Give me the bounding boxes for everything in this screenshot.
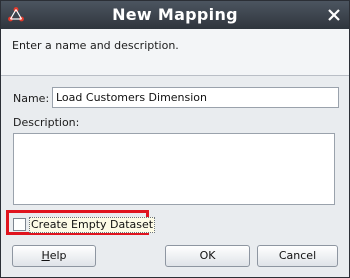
name-field[interactable]	[52, 87, 339, 108]
dialog-title: New Mapping	[112, 5, 238, 24]
title-bar[interactable]: New Mapping	[1, 1, 349, 29]
close-icon[interactable]	[325, 6, 343, 24]
create-empty-dataset-checkbox[interactable]	[13, 218, 26, 231]
description-label: Description:	[13, 116, 80, 129]
description-field[interactable]	[13, 133, 335, 205]
create-empty-dataset-label[interactable]: Create Empty Dataset	[29, 217, 156, 233]
instruction-text: Enter a name and description.	[12, 39, 179, 52]
help-label-rest: elp	[49, 249, 67, 262]
help-mnemonic: H	[41, 249, 50, 262]
name-label: Name:	[13, 92, 50, 105]
ok-button[interactable]: OK	[165, 245, 250, 267]
help-button[interactable]: Help	[12, 245, 96, 267]
new-mapping-dialog: New Mapping Enter a name and description…	[0, 0, 350, 278]
header-panel: Enter a name and description.	[1, 29, 349, 76]
cancel-button[interactable]: Cancel	[257, 245, 338, 267]
